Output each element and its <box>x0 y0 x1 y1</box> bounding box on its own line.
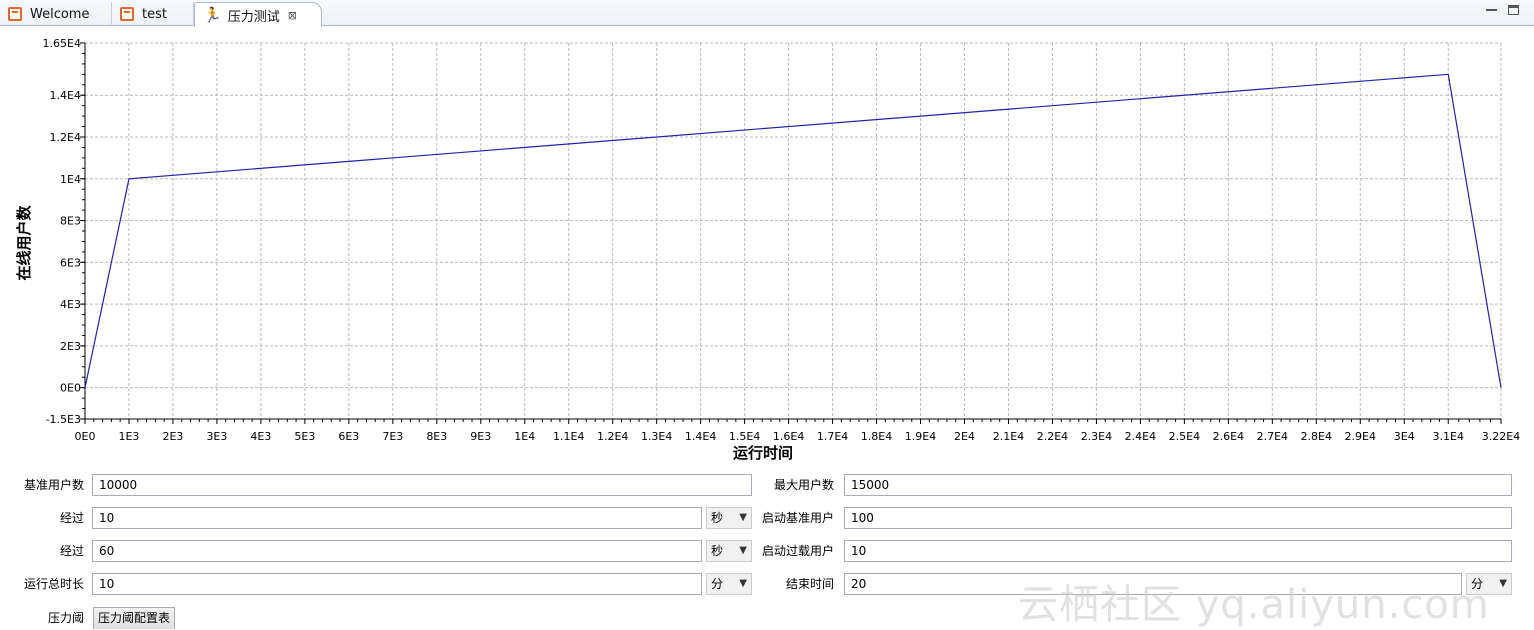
x-tick-label: 1.7E4 <box>817 430 848 443</box>
start-base-label: 启动基准用户 <box>761 511 834 525</box>
chart-grid <box>85 42 1502 419</box>
y-tick-label: -1.5E3 <box>46 413 81 426</box>
y-axis-title: 在线用户数 <box>15 205 33 281</box>
start-overload-input[interactable] <box>844 540 1512 562</box>
runner-icon: 🏃 <box>203 6 222 24</box>
x-tick-label: 1.2E4 <box>597 430 628 443</box>
x-axis-title: 运行时间 <box>733 444 793 462</box>
series-line <box>84 73 1502 388</box>
x-tick-label: 2E4 <box>954 430 975 443</box>
chevron-down-icon: ▼ <box>739 578 747 589</box>
threshold-label: 压力阈 <box>47 611 84 625</box>
tab-test[interactable]: test <box>112 2 194 26</box>
x-tick-label: 3.22E4 <box>1482 430 1520 443</box>
y-tick-label: 1.65E4 <box>43 37 81 50</box>
chevron-down-icon: ▼ <box>1499 578 1507 589</box>
x-tick-label: 1E3 <box>118 430 139 443</box>
x-tick-label: 1.4E4 <box>685 430 716 443</box>
x-tick-label: 1.3E4 <box>641 430 672 443</box>
x-tick-label: 2.6E4 <box>1213 430 1244 443</box>
tab-label: 压力测试 <box>227 9 280 25</box>
start-overload-label: 启动过载用户 <box>761 544 834 558</box>
x-axis-ticks: 0E0 1E3 2E3 3E3 4E3 5E3 6E3 7E3 8E3 9E3 1E4 1.1E4 1.… <box>75 419 1520 443</box>
maximize-icon[interactable] <box>1508 5 1519 15</box>
chevron-down-icon: ▼ <box>739 545 747 556</box>
editor-tab-bar: Welcome test 🏃 压力测试 ⊠ <box>0 0 1534 27</box>
y-tick-label: 1E4 <box>60 173 81 186</box>
x-tick-label: 2.7E4 <box>1257 430 1288 443</box>
total-duration-input[interactable] <box>92 573 702 595</box>
x-tick-label: 4E3 <box>250 430 271 443</box>
y-axis-ticks: -1.5E3 0E0 2E3 4E3 6E3 8E3 1E4 1.2E4 1.4E4 1.65E4 <box>43 37 85 426</box>
ramp2-unit-select[interactable]: 秒 ▼ <box>706 540 752 562</box>
max-users-input[interactable] <box>844 474 1512 496</box>
x-tick-label: 3E4 <box>1394 430 1415 443</box>
x-tick-label: 2E3 <box>162 430 183 443</box>
ramp2-input[interactable] <box>92 540 702 562</box>
ramp2-unit-value: 秒 <box>711 544 724 558</box>
threshold-config-button[interactable]: 压力阈配置表 <box>93 607 176 629</box>
y-tick-label: 4E3 <box>60 298 81 311</box>
ramp1-label: 经过 <box>59 511 84 525</box>
x-tick-label: 2.5E4 <box>1169 430 1200 443</box>
chart-series <box>84 73 1502 388</box>
x-tick-label: 2.9E4 <box>1345 430 1376 443</box>
x-tick-label: 8E3 <box>426 430 447 443</box>
max-users-label: 最大用户数 <box>773 478 834 492</box>
minimize-icon[interactable] <box>1486 5 1497 11</box>
x-tick-label: 1E4 <box>514 430 535 443</box>
tab-label: Welcome <box>30 6 90 22</box>
tab-stress-test[interactable]: 🏃 压力测试 ⊠ <box>194 2 322 27</box>
y-tick-label: 6E3 <box>60 256 81 269</box>
close-icon[interactable]: ⊠ <box>288 9 297 22</box>
end-time-unit-select[interactable]: 分 ▼ <box>1466 573 1512 595</box>
start-base-input[interactable] <box>844 507 1512 529</box>
base-users-label: 基准用户数 <box>23 478 84 492</box>
y-tick-label: 0E0 <box>60 382 81 395</box>
x-tick-label: 1.1E4 <box>553 430 584 443</box>
end-time-label: 结束时间 <box>785 577 834 591</box>
x-tick-label: 0E0 <box>75 430 96 443</box>
x-tick-label: 2.4E4 <box>1125 430 1156 443</box>
x-tick-label: 1.6E4 <box>773 430 804 443</box>
document-icon <box>8 7 22 21</box>
end-time-unit-value: 分 <box>1471 577 1484 591</box>
users-over-time-chart: -1.5E3 0E0 2E3 4E3 6E3 8E3 1E4 1.2E4 1.4E4 1.65E4… <box>15 37 1520 462</box>
base-users-input[interactable] <box>92 474 752 496</box>
ramp1-unit-value: 秒 <box>711 511 724 525</box>
tab-label: test <box>142 6 167 22</box>
x-tick-label: 1.8E4 <box>861 430 892 443</box>
x-tick-label: 2.3E4 <box>1081 430 1112 443</box>
chart-axes <box>84 43 1501 420</box>
chevron-down-icon: ▼ <box>739 512 747 523</box>
ramp1-input[interactable] <box>92 507 702 529</box>
x-tick-label: 9E3 <box>470 430 491 443</box>
y-tick-label: 2E3 <box>60 340 81 353</box>
total-duration-unit-select[interactable]: 分 ▼ <box>706 573 752 595</box>
x-tick-label: 2.8E4 <box>1301 430 1332 443</box>
y-tick-label: 8E3 <box>60 215 81 228</box>
ramp2-label: 经过 <box>59 544 84 558</box>
tab-welcome[interactable]: Welcome <box>0 2 112 26</box>
y-tick-label: 1.2E4 <box>50 131 81 144</box>
total-duration-label: 运行总时长 <box>23 577 84 591</box>
total-duration-unit-value: 分 <box>711 577 724 591</box>
x-tick-label: 3E3 <box>206 430 227 443</box>
x-tick-label: 2.2E4 <box>1037 430 1068 443</box>
x-tick-label: 2.1E4 <box>993 430 1024 443</box>
x-tick-label: 5E3 <box>294 430 315 443</box>
x-tick-label: 7E3 <box>382 430 403 443</box>
x-tick-label: 3.1E4 <box>1433 430 1464 443</box>
y-tick-label: 1.4E4 <box>50 89 81 102</box>
document-icon <box>120 7 134 21</box>
ramp1-unit-select[interactable]: 秒 ▼ <box>706 507 752 529</box>
end-time-input[interactable] <box>844 573 1462 595</box>
x-tick-label: 1.9E4 <box>905 430 936 443</box>
x-tick-label: 1.5E4 <box>729 430 760 443</box>
x-tick-label: 6E3 <box>338 430 359 443</box>
